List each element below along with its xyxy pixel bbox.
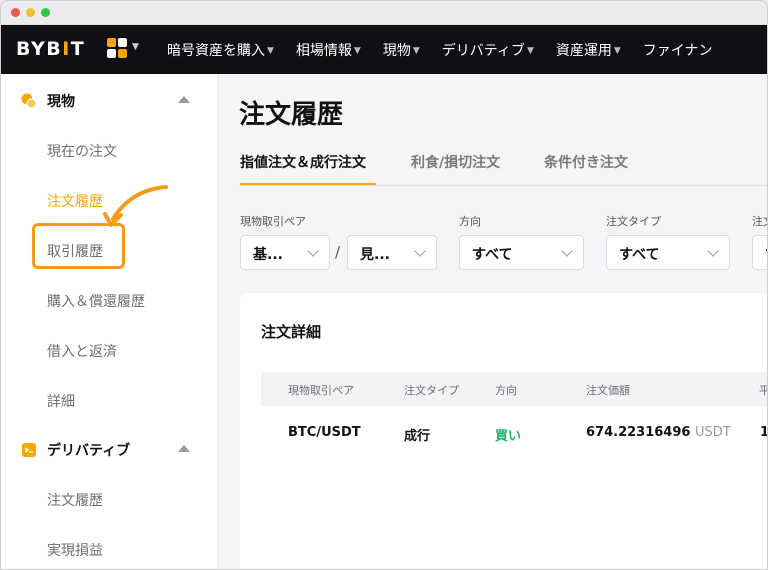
apps-caret-icon[interactable]: ▼ — [132, 42, 139, 52]
table-header: 現物取引ペア 注文タイプ 方向 注文価額 平 — [261, 372, 767, 406]
order-details-card: 注文詳細 現物取引ペア 注文タイプ 方向 注文価額 平 BTC/USDT 成行 … — [240, 293, 767, 569]
bybit-logo[interactable]: BYBIT — [16, 38, 85, 60]
sidebar-item-order-history[interactable]: 注文履歴 — [47, 191, 103, 211]
sidebar-item-borrow-repay[interactable]: 借入と返済 — [47, 341, 117, 361]
spot-coins-icon — [21, 93, 37, 109]
tabs-divider — [239, 185, 767, 186]
tab-conditional-orders[interactable]: 条件付き注文 — [544, 152, 628, 172]
pair-separator: / — [335, 243, 341, 261]
filter-label-side: 方向 — [459, 215, 481, 228]
top-navigation: BYBIT ▼ 暗号資産を購入 ▼ 相場情報 ▼ 現物 ▼ デリバティブ ▼ 資産運用 ▼… — [1, 25, 767, 74]
column-header-pair: 現物取引ペア — [288, 384, 354, 397]
nav-item-earn[interactable]: 資産運用 ▼ — [556, 40, 621, 60]
cell-pair: BTC/USDT — [288, 425, 361, 440]
cell-avg-price: 1 — [760, 425, 767, 440]
filter-label-order-status: 注文 — [752, 215, 767, 228]
derivatives-icon — [22, 443, 36, 457]
main-content: 注文履歴 指値注文＆成行注文 利食/損切注文 条件付き注文 現物取引ペア 基..… — [219, 74, 767, 569]
apps-grid-icon[interactable] — [107, 38, 129, 60]
pointer-arrow-icon — [103, 185, 168, 227]
card-title: 注文詳細 — [261, 323, 322, 341]
close-window-button[interactable] — [11, 8, 20, 17]
column-header-avg-price: 平 — [759, 382, 767, 398]
window-titlebar — [1, 1, 767, 25]
sidebar-section-derivatives[interactable]: デリバティブ — [1, 425, 218, 475]
filter-label-pair: 現物取引ペア — [240, 215, 306, 228]
quote-coin-select[interactable]: 見... — [347, 235, 437, 270]
maximize-window-button[interactable] — [41, 8, 50, 17]
minimize-window-button[interactable] — [26, 8, 35, 17]
cell-order-type: 成行 — [404, 429, 431, 444]
tab-limit-market-orders[interactable]: 指値注文＆成行注文 — [240, 152, 366, 172]
page-title: 注文履歴 — [239, 100, 344, 130]
collapse-up-icon[interactable] — [178, 96, 190, 103]
collapse-up-icon[interactable] — [178, 445, 190, 452]
sidebar: 現物 現在の注文 注文履歴 取引履歴 購入＆償還履歴 借入と返済 詳細 デリバテ… — [1, 74, 218, 569]
nav-item-markets[interactable]: 相場情報 ▼ — [296, 40, 361, 60]
cell-order-value: 674.22316496 USDT — [586, 425, 731, 440]
sidebar-section-label: 現物 — [47, 94, 75, 110]
nav-item-finance[interactable]: ファイナン — [643, 40, 713, 60]
order-status-select[interactable]: す — [752, 235, 767, 270]
side-select[interactable]: すべて — [459, 235, 584, 270]
nav-item-derivatives[interactable]: デリバティブ ▼ — [442, 40, 534, 60]
order-type-select[interactable]: すべて — [606, 235, 730, 270]
chevron-down-icon — [307, 245, 319, 257]
sidebar-item-derivatives-order-history[interactable]: 注文履歴 — [47, 490, 103, 510]
sidebar-item-open-orders[interactable]: 現在の注文 — [47, 141, 117, 161]
active-tab-indicator — [240, 183, 376, 185]
sidebar-item-realized-pnl[interactable]: 実現損益 — [47, 540, 103, 560]
column-header-order-type: 注文タイプ — [404, 384, 459, 397]
sidebar-item-purchase-redeem-history[interactable]: 購入＆償還履歴 — [47, 291, 145, 311]
nav-menu: 暗号資産を購入 ▼ 相場情報 ▼ 現物 ▼ デリバティブ ▼ 資産運用 ▼ ファイナン — [167, 25, 735, 74]
chevron-down-icon — [561, 245, 573, 257]
filter-label-order-type: 注文タイプ — [606, 215, 661, 228]
sidebar-section-spot[interactable]: 現物 — [1, 76, 218, 126]
browser-window: BYBIT ▼ 暗号資産を購入 ▼ 相場情報 ▼ 現物 ▼ デリバティブ ▼ 資産運用 ▼… — [0, 0, 768, 570]
sidebar-section-label: デリバティブ — [47, 443, 131, 459]
chevron-down-icon — [707, 245, 719, 257]
cell-side: 買い — [495, 429, 522, 444]
sidebar-item-details[interactable]: 詳細 — [47, 391, 75, 411]
base-coin-select[interactable]: 基... — [240, 235, 330, 270]
chevron-down-icon — [414, 245, 426, 257]
tab-tp-sl-orders[interactable]: 利食/損切注文 — [411, 152, 500, 172]
nav-item-spot[interactable]: 現物 ▼ — [383, 40, 420, 60]
nav-item-buy-crypto[interactable]: 暗号資産を購入 ▼ — [167, 40, 274, 60]
cell-unit: USDT — [694, 425, 731, 440]
column-header-order-value: 注文価額 — [586, 384, 630, 397]
column-header-side: 方向 — [495, 384, 517, 397]
